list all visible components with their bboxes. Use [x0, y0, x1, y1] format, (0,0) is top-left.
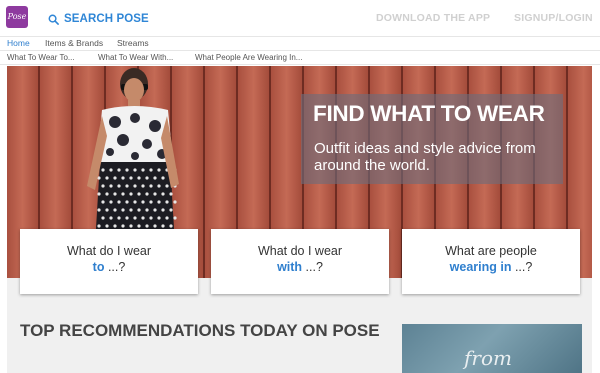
top-bar: Pose SEARCH POSE DOWNLOAD THE APP SIGNUP…	[0, 0, 600, 36]
search-icon	[48, 14, 59, 25]
hero-title: FIND WHAT TO WEAR	[313, 101, 545, 126]
card-line2: to ...?	[20, 260, 198, 274]
nav-streams[interactable]: Streams	[117, 38, 149, 48]
card-highlight: to	[92, 260, 105, 274]
card-line2: wearing in ...?	[402, 260, 580, 274]
card-suffix: ...?	[302, 260, 323, 274]
signup-login-link[interactable]: SIGNUP/LOGIN	[514, 12, 593, 24]
thumbnail-script-text: from	[464, 346, 512, 370]
search-label: SEARCH POSE	[64, 13, 149, 25]
recommendations-title: TOP RECOMMENDATIONS TODAY ON POSE	[20, 321, 380, 340]
recommendation-thumbnail[interactable]: from	[402, 324, 582, 373]
secondary-nav: What To Wear To... What To Wear With... …	[0, 51, 600, 65]
card-suffix: ...?	[511, 260, 533, 274]
card-line2: with ...?	[211, 260, 389, 274]
card-highlight: wearing in	[449, 260, 512, 274]
nav-what-people-wearing-in[interactable]: What People Are Wearing In...	[195, 53, 302, 62]
card-highlight: with	[277, 260, 303, 274]
card-what-people-wearing-in[interactable]: What are people wearing in ...?	[402, 229, 580, 294]
pose-logo[interactable]: Pose	[6, 6, 28, 28]
search-button[interactable]: SEARCH POSE	[48, 11, 149, 27]
nav-items-brands[interactable]: Items & Brands	[45, 38, 103, 48]
hero-subtitle: Outfit ideas and style advice from aroun…	[314, 140, 536, 174]
nav-home[interactable]: Home	[7, 38, 30, 48]
download-app-link[interactable]: DOWNLOAD THE APP	[376, 12, 490, 24]
nav-what-to-wear-to[interactable]: What To Wear To...	[7, 53, 75, 62]
card-line1: What are people	[445, 244, 537, 258]
hero-text-panel: FIND WHAT TO WEAR Outfit ideas and style…	[301, 94, 563, 184]
nav-what-to-wear-with[interactable]: What To Wear With...	[98, 53, 173, 62]
primary-nav: Home Items & Brands Streams	[0, 36, 600, 51]
card-line1: What do I wear	[257, 244, 343, 258]
card-suffix: ...?	[104, 260, 126, 274]
card-line1: What do I wear	[66, 244, 152, 258]
card-what-to-wear-with[interactable]: What do I wear with ...?	[211, 229, 389, 294]
card-what-to-wear-to[interactable]: What do I wear to ...?	[20, 229, 198, 294]
